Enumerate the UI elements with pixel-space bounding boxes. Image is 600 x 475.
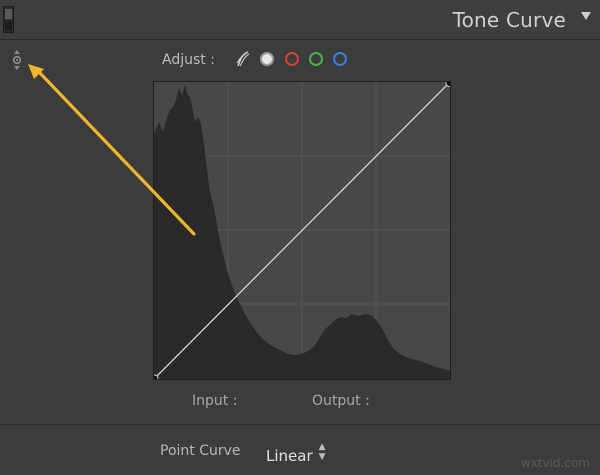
input-label: Input : [192, 393, 238, 409]
panel-title: Tone Curve [452, 8, 566, 32]
panel-switch-icon[interactable] [3, 6, 14, 33]
watermark: wxtvid.com [520, 456, 590, 470]
red-channel-icon[interactable] [285, 52, 299, 66]
region-curve-icon[interactable] [236, 51, 250, 67]
blue-channel-icon[interactable] [333, 52, 347, 66]
divider [0, 424, 600, 425]
triangle-down-icon[interactable] [581, 12, 591, 20]
tone-curve-graph[interactable] [153, 81, 451, 380]
rgb-channel-icon[interactable] [260, 52, 274, 66]
adjust-label: Adjust : [162, 52, 215, 68]
point-curve-value: Linear [266, 447, 313, 465]
up-down-arrows-icon: ▲ ▼ [318, 442, 326, 462]
output-label: Output : [312, 393, 370, 409]
point-curve-dropdown[interactable]: Linear ▲ ▼ [266, 442, 326, 465]
panel-header[interactable]: Tone Curve [0, 0, 600, 40]
point-curve-label: Point Curve [160, 443, 241, 459]
targeted-adjustment-icon[interactable] [11, 49, 23, 71]
green-channel-icon[interactable] [309, 52, 323, 66]
